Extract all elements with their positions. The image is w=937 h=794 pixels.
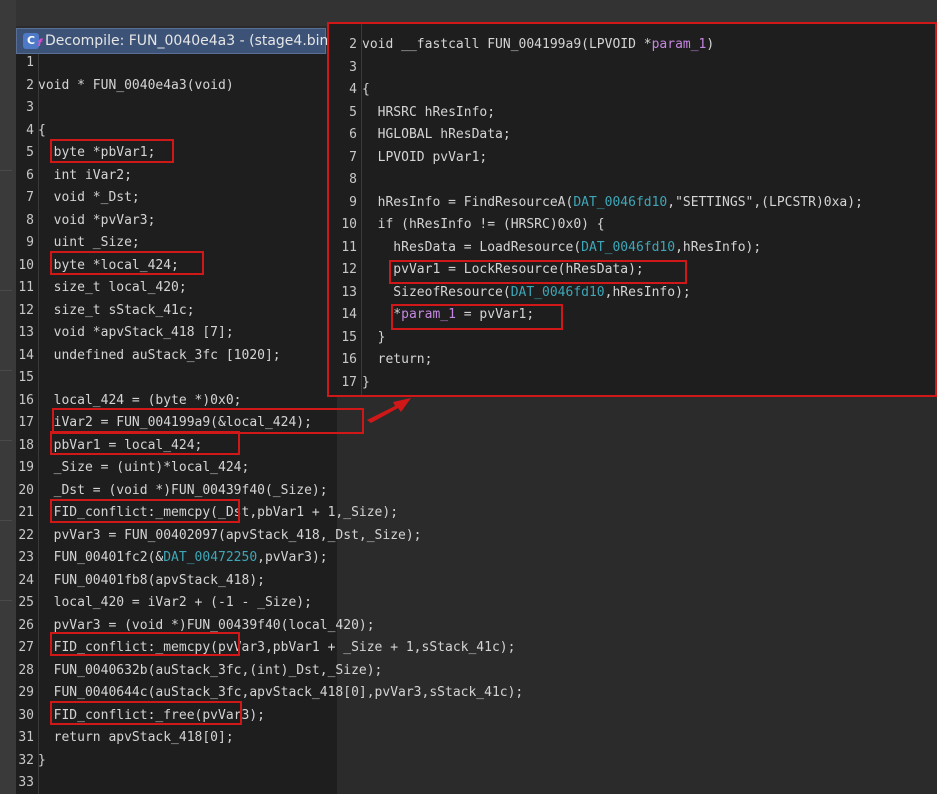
line-number: 10 <box>18 257 34 273</box>
line-number: 23 <box>18 550 34 565</box>
line-number: 32 <box>18 752 34 768</box>
highlight-box-lockresource <box>389 260 687 284</box>
line-number: 30 <box>18 707 34 723</box>
line-number: 18 <box>18 437 34 453</box>
line-number: 3 <box>26 100 34 115</box>
highlight-box-line27 <box>50 632 240 656</box>
code-line[interactable]: if (hResInfo != (HRSRC)0x0) { <box>362 214 605 236</box>
code-line[interactable]: hResInfo = FindResourceA(DAT_0046fd10,"S… <box>362 192 863 214</box>
code-line[interactable]: } <box>362 372 370 394</box>
line-number: 27 <box>18 640 34 655</box>
line-number: 10 <box>341 217 357 232</box>
line-number: 8 <box>349 172 357 187</box>
code-line[interactable]: undefined auStack_3fc [1020]; <box>38 345 281 367</box>
decompile-window-title-bar[interactable]: Cf Decompile: FUN_0040e4a3 - (stage4.bin… <box>16 28 334 54</box>
line-number: 31 <box>18 730 34 745</box>
highlight-box-param-assign <box>391 304 563 330</box>
line-number: 17 <box>341 374 357 390</box>
line-number: 14 <box>341 307 357 322</box>
code-line[interactable]: return; <box>362 349 433 371</box>
line-number: 9 <box>349 194 357 210</box>
code-line[interactable]: } <box>38 750 46 772</box>
line-number: 5 <box>26 145 34 160</box>
line-number: 9 <box>26 235 34 250</box>
line-number: 14 <box>18 347 34 363</box>
code-line[interactable]: void __fastcall FUN_004199a9(LPVOID *par… <box>362 34 714 56</box>
line-number: 2 <box>349 37 357 52</box>
code-line[interactable]: size_t sStack_41c; <box>38 300 195 322</box>
line-number: 8 <box>26 212 34 228</box>
line-number: 19 <box>18 460 34 475</box>
line-number: 17 <box>18 415 34 430</box>
code-line[interactable]: void *_Dst; <box>38 187 140 209</box>
code-line[interactable]: HRSRC hResInfo; <box>362 102 495 124</box>
code-line[interactable]: } <box>362 327 386 349</box>
code-line[interactable]: LPVOID pvVar1; <box>362 147 488 169</box>
callee-code-panel[interactable]: 2 void __fastcall FUN_004199a9(LPVOID *pa… <box>327 22 937 397</box>
code-line[interactable]: { <box>38 120 46 142</box>
code-line[interactable]: FUN_00401fc2(&DAT_00472250,pvVar3); <box>38 547 328 569</box>
code-line[interactable]: _Size = (uint)*local_424; <box>38 457 250 479</box>
code-line[interactable]: SizeofResource(DAT_0046fd10,hResInfo); <box>362 282 690 304</box>
line-number: 7 <box>349 149 357 165</box>
line-number: 7 <box>26 190 34 205</box>
line-number: 28 <box>18 662 34 678</box>
line-number: 29 <box>18 685 34 700</box>
line-number: 6 <box>349 127 357 142</box>
line-number: 22 <box>18 527 34 543</box>
code-line[interactable]: FUN_0040632b(auStack_3fc,(int)_Dst,_Size… <box>38 660 383 682</box>
line-number: 2 <box>26 77 34 93</box>
line-number: 4 <box>26 122 34 138</box>
code-line[interactable]: pvVar3 = FUN_00402097(apvStack_418,_Dst,… <box>38 525 422 547</box>
line-number: 26 <box>18 617 34 633</box>
line-number: 5 <box>349 104 357 120</box>
code-line[interactable]: { <box>362 79 370 101</box>
line-number: 24 <box>18 572 34 588</box>
line-number: 3 <box>349 59 357 75</box>
line-number: 1 <box>26 55 34 70</box>
code-line[interactable]: HGLOBAL hResData; <box>362 124 511 146</box>
line-number: 25 <box>18 595 34 610</box>
code-line[interactable]: void *pvVar3; <box>38 210 156 232</box>
line-number: 13 <box>18 325 34 340</box>
window-title: Decompile: FUN_0040e4a3 - (stage4.bin) <box>45 33 334 49</box>
code-line[interactable]: local_420 = iVar2 + (-1 - _Size); <box>38 592 312 614</box>
line-number: 15 <box>341 329 357 345</box>
code-line[interactable]: FUN_00401fb8(apvStack_418); <box>38 570 265 592</box>
line-number: 6 <box>26 167 34 183</box>
line-number: 21 <box>18 505 34 520</box>
line-number: 15 <box>18 370 34 385</box>
line-number: 11 <box>18 280 34 295</box>
highlight-box-line10 <box>50 251 204 275</box>
line-number: 11 <box>341 239 357 255</box>
code-line[interactable]: return apvStack_418[0]; <box>38 727 234 749</box>
line-number: 16 <box>341 352 357 367</box>
highlight-box-line21 <box>50 499 240 523</box>
code-line[interactable]: hResData = LoadResource(DAT_0046fd10,hRe… <box>362 237 761 259</box>
code-line[interactable]: size_t local_420; <box>38 277 187 299</box>
code-line[interactable]: void * FUN_0040e4a3(void) <box>38 75 234 97</box>
line-number: 33 <box>18 775 34 790</box>
line-number: 20 <box>18 482 34 498</box>
line-number: 4 <box>349 82 357 97</box>
decompile-icon: Cf <box>23 33 42 49</box>
line-number: 12 <box>341 262 357 277</box>
line-number: 12 <box>18 302 34 318</box>
highlight-box-line18 <box>50 431 240 455</box>
highlight-box-line5 <box>50 139 174 163</box>
highlight-box-line30 <box>50 701 242 725</box>
code-line[interactable]: void *apvStack_418 [7]; <box>38 322 234 344</box>
red-arrow-icon <box>367 398 411 423</box>
line-number: 16 <box>18 392 34 408</box>
code-line[interactable]: int iVar2; <box>38 165 132 187</box>
line-number: 13 <box>341 284 357 300</box>
